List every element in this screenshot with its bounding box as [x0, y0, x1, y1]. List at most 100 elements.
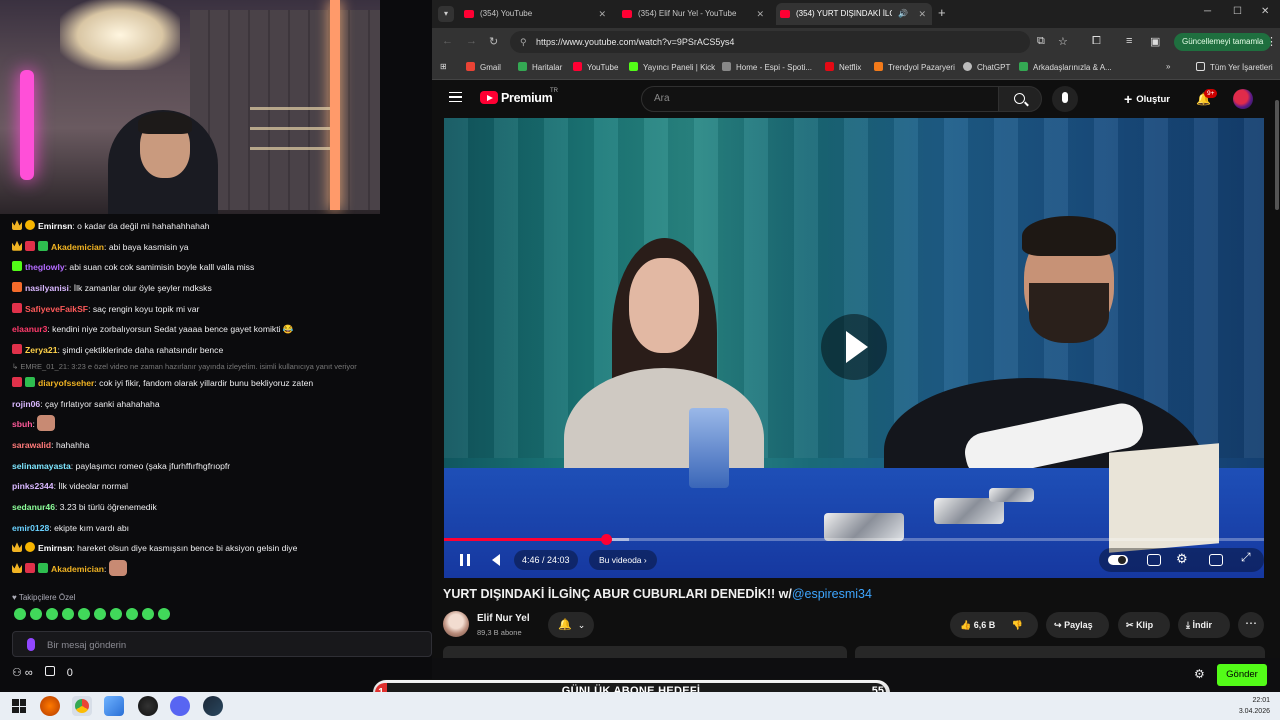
emote-icon[interactable]: [30, 608, 42, 620]
youtube-logo-icon[interactable]: [480, 91, 498, 104]
channel-name[interactable]: Elif Nur Yel: [477, 613, 530, 624]
chat-username[interactable]: sbuh: [12, 419, 33, 429]
chapter-button[interactable]: Bu videoda ›: [589, 550, 657, 570]
close-icon[interactable]: ✕: [756, 3, 764, 25]
chat-username[interactable]: emir0128: [12, 523, 49, 533]
tab-search-icon[interactable]: ▾: [438, 6, 454, 22]
explorer-icon[interactable]: [104, 696, 124, 716]
tab-youtube[interactable]: (354) YouTube ✕: [460, 3, 612, 25]
bookmark-kick[interactable]: Yayıncı Paneli | Kick: [629, 62, 715, 72]
chat-message[interactable]: Emirnsn: o kadar da değil mi hahahahhaha…: [12, 216, 432, 237]
clip-button[interactable]: ✂ Klip: [1118, 612, 1170, 638]
chat-message[interactable]: nasilyanisi: İlk zamanlar olur öyle şeyl…: [12, 278, 432, 299]
title-mention-link[interactable]: @espiresmi34: [792, 587, 872, 601]
bookmarks-overflow-icon[interactable]: »: [1166, 62, 1170, 71]
bookmark-netflix[interactable]: Netflix: [825, 62, 861, 72]
mic-icon[interactable]: [27, 638, 35, 651]
close-window-icon[interactable]: ✕: [1261, 6, 1269, 17]
chat-message[interactable]: selinamayasta: paylaşımcı romeo (şaka jf…: [12, 456, 432, 477]
profile-icon[interactable]: ▣: [1150, 35, 1160, 48]
discord-icon[interactable]: [170, 696, 190, 716]
reload-icon[interactable]: ↻: [489, 35, 498, 48]
menu-icon[interactable]: [449, 92, 462, 102]
obs-icon[interactable]: [138, 696, 158, 716]
like-button[interactable]: 👍 6,6 B: [960, 620, 995, 630]
chat-message[interactable]: sarawalid: hahahha: [12, 435, 432, 456]
infinity-icon[interactable]: ⚇ ∞: [12, 666, 33, 679]
more-actions-icon[interactable]: ⋯: [1238, 612, 1264, 638]
autoplay-toggle[interactable]: [1108, 555, 1128, 565]
related-chips[interactable]: [855, 646, 1265, 658]
chat-username[interactable]: Emirnsn: [38, 543, 72, 553]
download-button[interactable]: ⤓ İndir: [1178, 612, 1230, 638]
install-icon[interactable]: ⧉: [1037, 35, 1045, 48]
chat-username[interactable]: sedanur46: [12, 502, 55, 512]
speaker-icon[interactable]: 🔊: [898, 9, 908, 18]
share-button[interactable]: ↪ Paylaş: [1046, 612, 1109, 638]
system-clock[interactable]: 22:01 3.04.2026: [1239, 695, 1270, 717]
media-icon[interactable]: ≡: [1126, 35, 1132, 47]
chat-message[interactable]: pinks2344: İlk videolar normal: [12, 476, 432, 497]
chat-message[interactable]: emir0128: ekipte kım vardı abı: [12, 518, 432, 539]
tab-video[interactable]: (354) YURT DIŞINDAKİ İLGİN 🔊 ✕: [776, 3, 932, 25]
scrollbar-thumb[interactable]: [1275, 100, 1279, 210]
chat-message[interactable]: Emirnsn: hareket olsun diye kasmışsın be…: [12, 538, 432, 559]
emote-icon[interactable]: [142, 608, 154, 620]
chat-message[interactable]: sedanur46: 3.23 bi türlü öğrenemedik: [12, 497, 432, 518]
bookmark-chatgpt[interactable]: ChatGPT: [963, 62, 1010, 72]
minimize-icon[interactable]: ─: [1204, 6, 1211, 17]
pause-icon[interactable]: [460, 554, 470, 566]
send-button[interactable]: Gönder: [1217, 664, 1267, 686]
chat-username[interactable]: SafiyeveFaikSF: [25, 304, 88, 314]
update-button[interactable]: Güncellemeyi tamamla: [1174, 33, 1272, 51]
bookmark-friends[interactable]: Arkadaşlarınızla & A...: [1019, 62, 1112, 72]
address-bar[interactable]: ⚲ https://www.youtube.com/watch?v=9PSrAC…: [510, 31, 1030, 53]
chat-message[interactable]: Akademician:: [12, 559, 432, 580]
new-tab-icon[interactable]: +: [938, 5, 946, 20]
chat-username[interactable]: rojin06: [12, 399, 40, 409]
firefox-icon[interactable]: [40, 696, 60, 716]
description-box[interactable]: [443, 646, 847, 658]
apps-icon[interactable]: ⊞: [440, 62, 447, 71]
page-scrollbar[interactable]: [1274, 80, 1280, 658]
bookmark-star-icon[interactable]: ☆: [1058, 35, 1068, 48]
search-icon[interactable]: [998, 86, 1042, 112]
emote-icon[interactable]: [62, 608, 74, 620]
chat-username[interactable]: diaryofsseher: [38, 378, 94, 388]
subscription-bell-button[interactable]: 🔔 ⌄: [548, 612, 594, 638]
close-icon[interactable]: ✕: [598, 3, 606, 25]
miniplayer-icon[interactable]: [1209, 554, 1223, 566]
emote-icon[interactable]: [158, 608, 170, 620]
chat-username[interactable]: Akademician: [51, 564, 104, 574]
account-avatar[interactable]: [1233, 89, 1253, 109]
bookmark-maps[interactable]: Haritalar: [518, 62, 562, 72]
extensions-icon[interactable]: ⧠: [1092, 35, 1101, 48]
chat-username[interactable]: Akademician: [51, 242, 104, 252]
windows-start-icon[interactable]: [12, 699, 26, 713]
site-info-icon[interactable]: ⚲: [520, 31, 527, 53]
chat-username[interactable]: elaanur3: [12, 324, 47, 334]
settings-gear-icon[interactable]: ⚙: [1194, 667, 1205, 681]
close-icon[interactable]: ✕: [918, 3, 926, 25]
emote-icon[interactable]: [14, 608, 26, 620]
chrome-icon[interactable]: [72, 696, 92, 716]
chat-message[interactable]: Zerya21: şimdi çektiklerinde daha rahats…: [12, 340, 432, 361]
bookmark-gmail[interactable]: Gmail: [466, 62, 501, 72]
chat-username[interactable]: sarawalid: [12, 440, 51, 450]
chat-username[interactable]: Emirnsn: [38, 221, 72, 231]
chat-username[interactable]: selinamayasta: [12, 461, 71, 471]
emote-icon[interactable]: [110, 608, 122, 620]
gift-icon[interactable]: [44, 666, 55, 679]
chat-message[interactable]: rojin06: çay fırlatıyor sanki ahahahaha: [12, 394, 432, 415]
bookmark-trendyol[interactable]: Trendyol Pazaryeri: [874, 62, 955, 72]
menu-dots-icon[interactable]: ⋮: [1266, 35, 1277, 48]
voice-search-icon[interactable]: [1052, 86, 1078, 112]
chat-message[interactable]: diaryofsseher: cok iyi fikir, fandom ola…: [12, 373, 432, 394]
forward-icon[interactable]: →: [466, 35, 477, 47]
chat-input[interactable]: Bir mesaj gönderin: [12, 631, 432, 657]
emote-icon[interactable]: [94, 608, 106, 620]
all-bookmarks[interactable]: Tüm Yer İşaretleri: [1196, 62, 1273, 72]
chat-message[interactable]: sbuh:: [12, 414, 432, 435]
chat-username[interactable]: Zerya21: [25, 345, 58, 355]
youtube-brand[interactable]: Premium: [501, 91, 553, 105]
